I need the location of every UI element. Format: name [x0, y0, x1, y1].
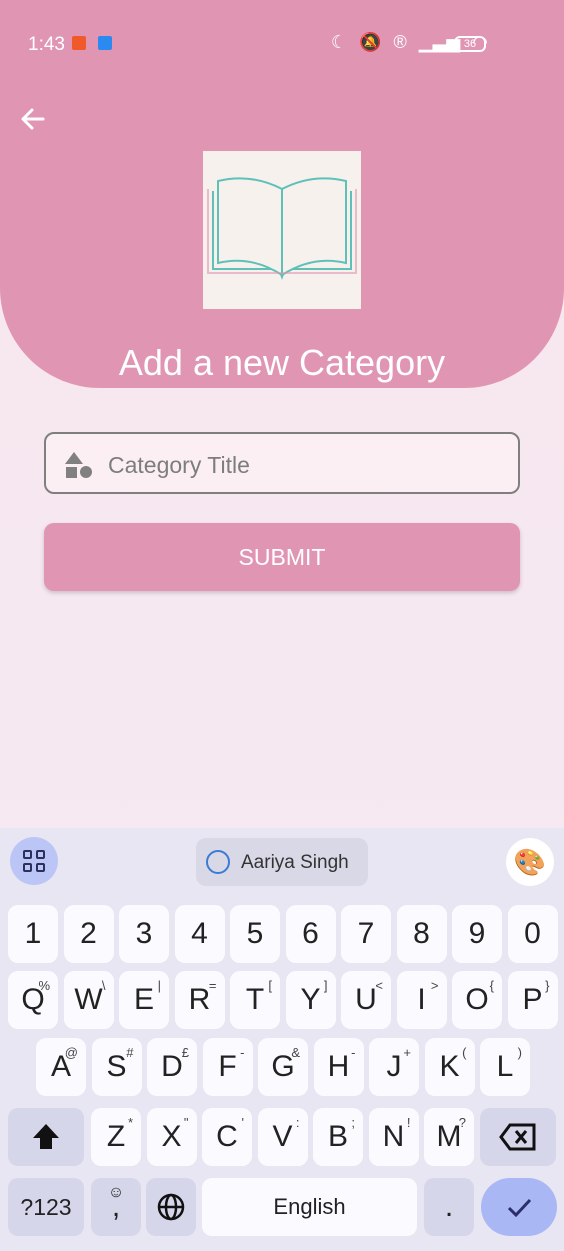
key-alt-label: {	[489, 978, 494, 993]
shapes-icon	[65, 452, 92, 478]
key-alt-label: #	[126, 1045, 134, 1060]
key-s[interactable]: S #	[91, 1038, 142, 1096]
key-9[interactable]: 9	[452, 905, 502, 963]
key-n[interactable]: N!	[368, 1108, 419, 1166]
key-a[interactable]: A @	[36, 1038, 86, 1096]
key-b[interactable]: B;	[313, 1108, 363, 1166]
key-alt-label: (	[462, 1045, 467, 1060]
key-y[interactable]: Y]	[285, 971, 336, 1029]
key-e[interactable]: E |	[119, 971, 169, 1029]
key-u[interactable]: U <	[341, 971, 391, 1029]
palette-icon[interactable]: 🎨	[506, 838, 554, 886]
key-alt-label: &	[291, 1045, 300, 1060]
key-alt-label: '	[241, 1115, 244, 1130]
key-4[interactable]: 4	[174, 905, 225, 963]
keyboard: Aariya Singh 🎨 1 2 3 4 5 6 7 8 9 0 Q% W \ E | R = T[Y] U < I…	[0, 828, 564, 1251]
key-3[interactable]: 3	[119, 905, 169, 963]
key-alt-label: <	[375, 978, 383, 993]
submit-button[interactable]: SUBMIT	[44, 523, 520, 591]
key-alt-label: @	[64, 1045, 78, 1060]
key-w[interactable]: W \	[63, 971, 114, 1029]
category-title-input[interactable]: Category Title	[44, 432, 520, 494]
status-time: 1:43	[28, 34, 65, 55]
key-alt-label: |	[157, 978, 161, 993]
symbols-key[interactable]: ?123	[8, 1178, 84, 1236]
moon-icon: ☾	[330, 32, 348, 52]
backspace-icon	[499, 1123, 536, 1151]
key-1[interactable]: 1	[8, 905, 58, 963]
key-d[interactable]: D £	[147, 1038, 197, 1096]
emoji-icon: ☺	[107, 1184, 125, 1201]
key-alt-label: >	[430, 978, 439, 993]
key-q[interactable]: Q%	[8, 971, 58, 1029]
category-title-placeholder: Category Title	[108, 452, 250, 478]
key-alt-label: -	[351, 1045, 356, 1060]
period-key[interactable]: .	[424, 1178, 474, 1236]
key-alt-label: -	[240, 1045, 245, 1060]
key-alt-label: \	[101, 978, 106, 993]
key-g[interactable]: G &	[258, 1038, 308, 1096]
key-j[interactable]: J +	[369, 1038, 419, 1096]
battery-icon: 36	[454, 36, 486, 52]
key-alt-label: ]	[323, 978, 328, 993]
key-2[interactable]: 2	[63, 905, 114, 963]
key-t[interactable]: T[	[230, 971, 280, 1029]
key-alt-label: }	[545, 978, 550, 993]
key-v[interactable]: V:	[257, 1108, 308, 1166]
check-icon	[507, 1198, 532, 1218]
key-0[interactable]: 0	[507, 905, 558, 963]
key-alt-label: *	[127, 1115, 133, 1130]
key-alt-label: !	[406, 1115, 411, 1130]
autofill-suggestion[interactable]: Aariya Singh	[196, 838, 368, 886]
shift-key[interactable]	[8, 1108, 84, 1166]
backspace-key[interactable]	[480, 1108, 556, 1166]
comma-emoji-key[interactable]: , ☺	[91, 1178, 141, 1236]
key-p[interactable]: P}	[507, 971, 558, 1029]
key-alt-label: +	[403, 1045, 411, 1060]
language-key[interactable]	[146, 1178, 196, 1236]
registered-icon: ®	[393, 32, 407, 52]
key-x[interactable]: X "	[146, 1108, 197, 1166]
book-image	[203, 151, 361, 309]
key-alt-label: %	[38, 978, 50, 993]
key-m[interactable]: M?	[424, 1108, 474, 1166]
keyboard-toolbar: Aariya Singh 🎨	[0, 828, 564, 900]
key-h[interactable]: H-	[313, 1038, 364, 1096]
key-alt-label: =	[208, 978, 217, 993]
account-icon	[206, 850, 230, 874]
open-book-icon	[207, 177, 357, 280]
key-alt-label: ?	[458, 1115, 466, 1130]
key-k[interactable]: K(	[424, 1038, 475, 1096]
enter-key[interactable]	[481, 1178, 557, 1236]
key-i[interactable]: I >	[396, 971, 447, 1029]
key-r[interactable]: R =	[174, 971, 225, 1029]
keyboard-menu-button[interactable]	[10, 837, 58, 885]
key-f[interactable]: F-	[202, 1038, 253, 1096]
key-alt-label: "	[183, 1115, 189, 1130]
status-bar: 1:43 ☾ 🔕 ® ▁▃▅ ◠ 36	[0, 26, 564, 62]
page-title: Add a new Category	[118, 342, 446, 383]
key-c[interactable]: C '	[202, 1108, 252, 1166]
back-button[interactable]	[18, 104, 50, 136]
key-alt-label: £	[181, 1045, 189, 1060]
key-l[interactable]: L)	[480, 1038, 530, 1096]
suggestion-text: Aariya Singh	[241, 852, 349, 873]
key-5[interactable]: 5	[230, 905, 280, 963]
arrow-left-icon	[21, 108, 45, 130]
key-o[interactable]: O{	[452, 971, 502, 1029]
globe-icon	[157, 1193, 185, 1221]
key-6[interactable]: 6	[285, 905, 336, 963]
key-alt-label: :	[295, 1115, 300, 1130]
notification-icon	[72, 36, 86, 50]
space-key[interactable]: English	[202, 1178, 417, 1236]
mute-icon: 🔕	[359, 32, 382, 52]
key-alt-label: )	[517, 1045, 522, 1060]
key-7[interactable]: 7	[341, 905, 391, 963]
notification-icon	[98, 36, 112, 50]
shift-icon	[33, 1124, 59, 1149]
key-alt-label: [	[268, 978, 272, 993]
key-8[interactable]: 8	[396, 905, 447, 963]
key-z[interactable]: Z *	[91, 1108, 141, 1166]
key-alt-label: ;	[351, 1115, 355, 1130]
